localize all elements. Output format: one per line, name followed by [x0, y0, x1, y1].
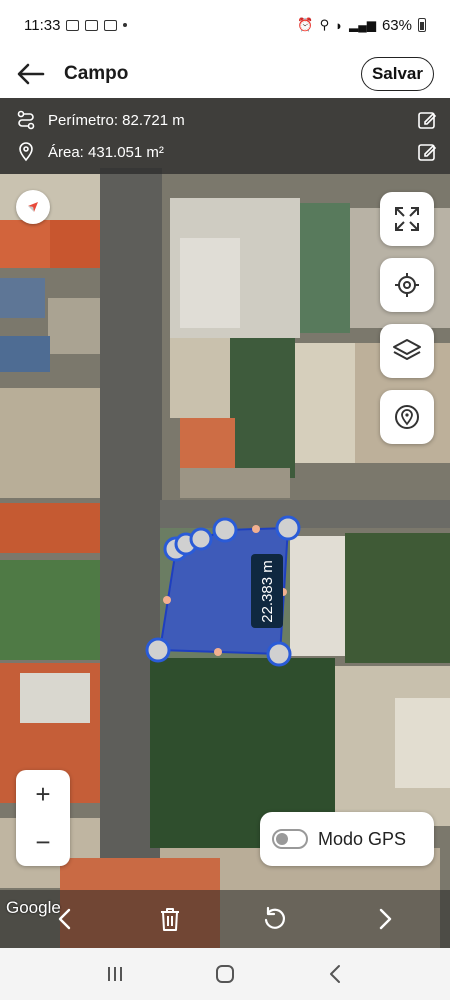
system-back-button[interactable] [315, 954, 355, 994]
app-header: Campo Salvar [0, 50, 450, 98]
status-time: 11:33 [24, 16, 61, 34]
edit-icon [418, 144, 437, 161]
laptop-icon [104, 19, 118, 31]
location-icon: ⚲ [319, 17, 330, 32]
switch-knob [276, 833, 288, 845]
gps-mode-toggle[interactable]: Modo GPS [260, 812, 434, 866]
alarm-icon: ⏰ [297, 17, 314, 32]
layers-button[interactable] [380, 324, 434, 378]
perimeter-value: Perímetro: 82.721 m [48, 111, 185, 129]
fullscreen-button[interactable] [380, 192, 434, 246]
undo-button[interactable] [255, 899, 295, 939]
status-bar: 11:33 ⏰ ⚲ ◗ ▂▄▆ 63% [0, 0, 450, 50]
crosshair-icon [395, 273, 419, 297]
undo-icon [264, 906, 286, 929]
segment-length-text: 22.383 m [258, 559, 276, 623]
system-nav-bar [0, 948, 450, 1000]
home-icon [216, 965, 234, 983]
location-pin-icon [19, 142, 33, 162]
save-button[interactable]: Salvar [360, 57, 434, 91]
back-button[interactable] [16, 59, 46, 89]
message-icon [66, 19, 80, 31]
chevron-left-icon [330, 965, 340, 983]
wifi-icon: ◗ [335, 17, 343, 33]
measurement-info-bar: Perímetro: 82.721 m Área: 431.051 m² [0, 98, 450, 174]
battery-level: 63% [381, 16, 412, 34]
gallery-icon [85, 19, 99, 31]
edit-icon [418, 112, 437, 129]
map-action-bar [0, 890, 450, 948]
zoom-out-button[interactable]: − [16, 818, 70, 866]
gps-point-button[interactable] [380, 390, 434, 444]
perimeter-row: Perímetro: 82.721 m [16, 104, 438, 136]
expand-icon [395, 207, 419, 231]
status-right: ⏰ ⚲ ◗ ▂▄▆ 63% [297, 17, 426, 34]
chevron-right-icon [379, 908, 392, 930]
gps-mode-label: Modo GPS [318, 828, 407, 849]
layers-icon [393, 339, 421, 360]
gps-switch[interactable] [272, 829, 308, 849]
zoom-controls: + − [16, 770, 70, 866]
battery-icon [418, 18, 426, 32]
home-button[interactable] [205, 954, 245, 994]
edit-perimeter-button[interactable] [416, 109, 438, 131]
recent-apps-icon [108, 967, 122, 981]
google-logo: Google [6, 898, 61, 917]
recent-apps-button[interactable] [95, 954, 135, 994]
map-view[interactable]: Perímetro: 82.721 m Área: 431.051 m² 22.… [0, 98, 450, 948]
status-left: 11:33 [24, 16, 128, 34]
edit-area-button[interactable] [416, 141, 438, 163]
arrow-left-icon [17, 63, 45, 85]
more-dot-icon [123, 23, 128, 27]
next-button[interactable] [365, 899, 405, 939]
compass-button[interactable] [16, 190, 50, 224]
area-value: Área: 431.051 m² [48, 143, 164, 161]
trash-icon [161, 908, 179, 931]
zoom-in-button[interactable]: + [16, 770, 70, 818]
signal-icon: ▂▄▆ [349, 18, 376, 32]
route-icon [17, 110, 35, 130]
compass-icon [28, 202, 38, 212]
segment-length-label: 22.383 m [251, 554, 283, 628]
locate-button[interactable] [380, 258, 434, 312]
page-title: Campo [64, 63, 129, 84]
area-row: Área: 431.051 m² [16, 136, 438, 168]
delete-button[interactable] [150, 899, 190, 939]
target-pin-icon [395, 405, 419, 429]
